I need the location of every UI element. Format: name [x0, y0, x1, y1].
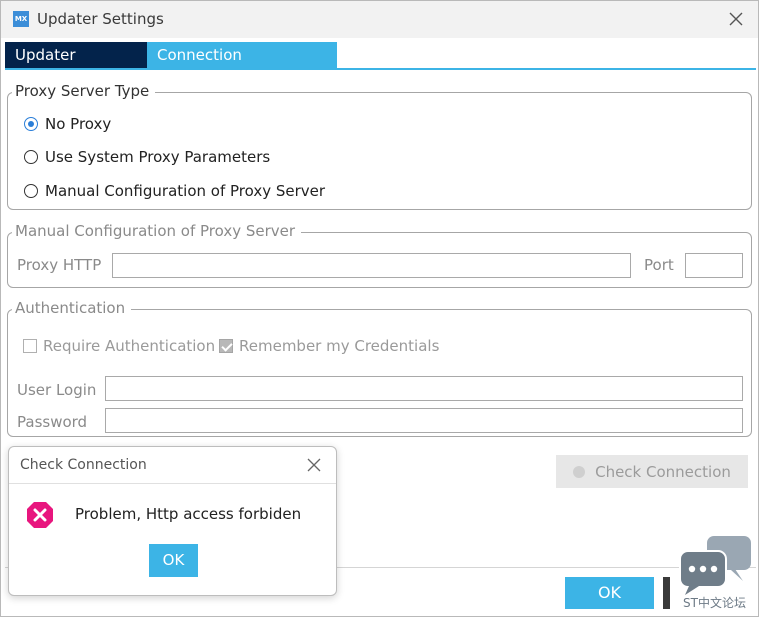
tab-underline — [5, 68, 756, 70]
port-input[interactable] — [685, 253, 743, 278]
dialog-divider — [9, 483, 336, 484]
ok-button[interactable]: OK — [565, 577, 654, 609]
error-message: Problem, Http access forbiden — [75, 505, 302, 523]
tab-bar: Updater Settings Connection Parameters — [5, 42, 337, 90]
check-connection-label: Check Connection — [595, 462, 731, 481]
radio-no-proxy[interactable]: No Proxy — [24, 115, 111, 133]
window-title: Updater Settings — [37, 10, 164, 28]
proxy-server-type-group: Proxy Server Type No Proxy Use System Pr… — [7, 82, 752, 210]
port-label: Port — [644, 256, 674, 274]
app-logo-icon: MX — [13, 11, 29, 27]
tab-updater-settings[interactable]: Updater Settings — [5, 42, 147, 90]
check-connection-button[interactable]: Check Connection — [556, 455, 748, 488]
authentication-legend: Authentication — [12, 299, 132, 317]
error-icon — [27, 502, 53, 528]
radio-system-proxy[interactable]: Use System Proxy Parameters — [24, 148, 270, 166]
title-bar: MX Updater Settings — [1, 1, 758, 38]
remember-credentials-checkbox[interactable]: Remember my Credentials — [219, 337, 439, 355]
manual-config-legend: Manual Configuration of Proxy Server — [12, 222, 302, 240]
radio-button-selected[interactable] — [24, 117, 38, 131]
proxy-server-type-legend: Proxy Server Type — [12, 82, 156, 100]
user-login-label: User Login — [17, 381, 97, 399]
dialog-title: Check Connection — [20, 457, 147, 473]
radio-label: Use System Proxy Parameters — [45, 148, 271, 166]
radio-manual-proxy[interactable]: Manual Configuration of Proxy Server — [24, 182, 325, 200]
scroll-handle — [663, 577, 670, 609]
password-input[interactable] — [105, 408, 743, 433]
checkbox-checked[interactable] — [219, 339, 233, 353]
checkbox-label: Require Authentication — [43, 337, 216, 355]
check-connection-dialog: Check Connection Problem, Http access fo… — [8, 446, 337, 596]
close-icon[interactable] — [728, 11, 744, 27]
radio-button[interactable] — [24, 184, 38, 198]
radio-label: Manual Configuration of Proxy Server — [45, 182, 326, 200]
radio-button[interactable] — [24, 150, 38, 164]
checkbox-label: Remember my Credentials — [239, 337, 440, 355]
dialog-ok-button[interactable]: OK — [149, 544, 198, 577]
proxy-http-label: Proxy HTTP — [17, 256, 102, 274]
require-authentication-checkbox[interactable]: Require Authentication — [23, 337, 215, 355]
connection-status-icon — [573, 465, 586, 478]
password-label: Password — [17, 413, 88, 431]
watermark-text: ST中文论坛 — [683, 596, 746, 610]
user-login-input[interactable] — [105, 376, 743, 401]
checkbox-unchecked[interactable] — [23, 339, 37, 353]
tab-connection-parameters[interactable]: Connection Parameters — [147, 42, 337, 90]
updater-settings-window: MX Updater Settings Updater Settings Con… — [0, 0, 759, 617]
proxy-http-input[interactable] — [112, 253, 631, 278]
radio-label: No Proxy — [45, 115, 112, 133]
close-icon[interactable] — [307, 458, 321, 472]
